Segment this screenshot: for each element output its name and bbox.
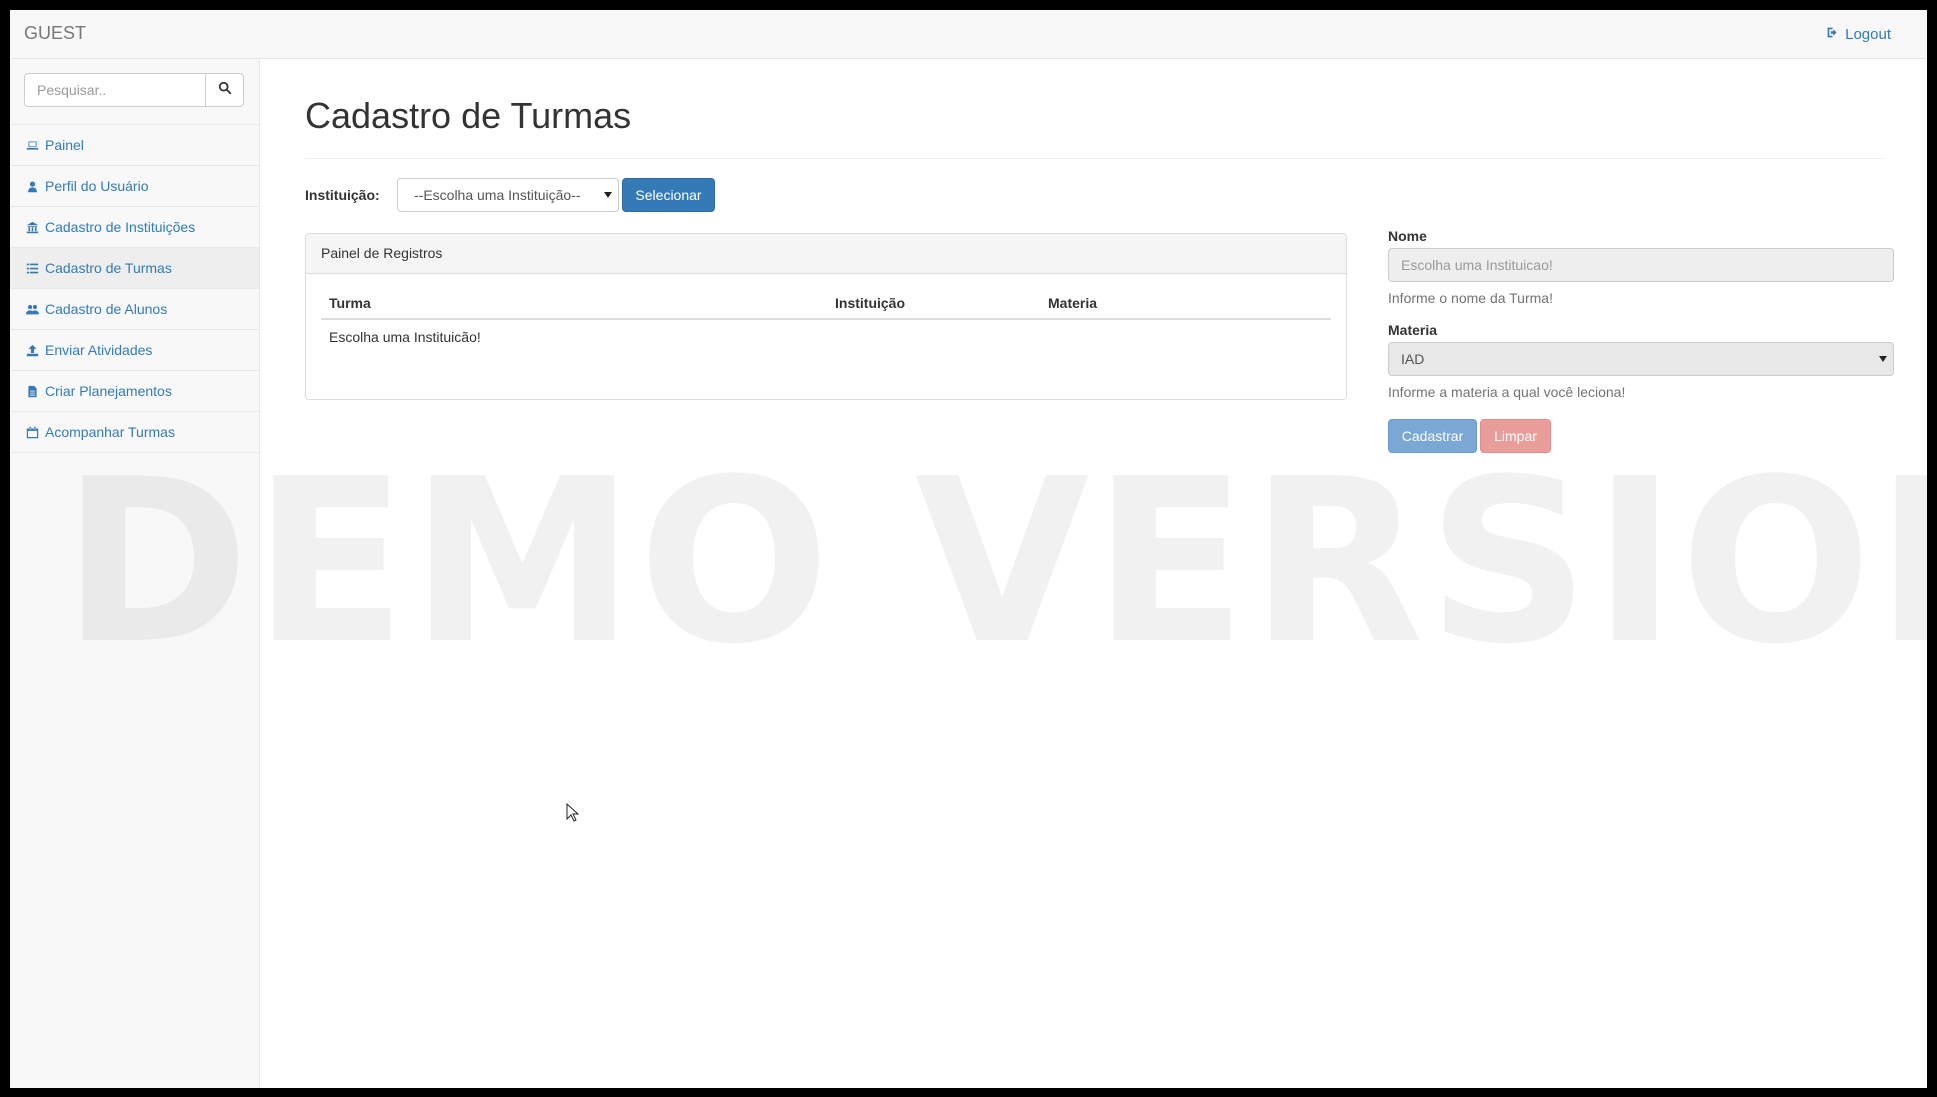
sign-out-icon — [1826, 26, 1839, 43]
materia-label: Materia — [1388, 322, 1438, 338]
sidebar-item-acompanhar[interactable]: Acompanhar Turmas — [10, 412, 259, 453]
table-header: Turma Instituição Materia — [321, 290, 1331, 320]
file-text-icon — [25, 384, 39, 398]
instituicao-label: Instituição: — [305, 187, 380, 203]
panel-heading: Painel de Registros — [306, 234, 1346, 274]
users-icon — [25, 302, 39, 316]
sidebar-item-label: Perfil do Usuário — [45, 178, 149, 194]
search-button[interactable] — [205, 73, 244, 107]
top-navbar: GUEST Logout — [10, 10, 1927, 59]
sidebar-item-label: Cadastro de Instituições — [45, 219, 196, 235]
limpar-button[interactable]: Limpar — [1480, 419, 1551, 453]
sidebar-item-label: Acompanhar Turmas — [45, 424, 175, 440]
sidebar-item-label: Cadastro de Alunos — [45, 301, 168, 317]
sidebar-item-perfil[interactable]: Perfil do Usuário — [10, 166, 259, 207]
sidebar-item-label: Enviar Atividades — [45, 342, 153, 358]
empty-message: Escolha uma Instituicão! — [329, 329, 481, 345]
materia-select[interactable]: IAD — [1388, 342, 1894, 376]
nome-help-text: Informe o nome da Turma! — [1388, 290, 1553, 306]
logout-link[interactable]: Logout — [1826, 26, 1891, 43]
bank-icon — [25, 220, 39, 234]
main-content: Cadastro de Turmas Instituição: --Escolh… — [260, 59, 1927, 1088]
user-icon — [25, 179, 39, 193]
brand-label: GUEST — [24, 23, 87, 43]
sidebar-item-alunos[interactable]: Cadastro de Alunos — [10, 289, 259, 330]
mouse-cursor-icon — [566, 803, 580, 822]
column-header-instituicao: Instituição — [835, 295, 906, 311]
registros-table: Turma Instituição Materia Escolha uma In… — [321, 290, 1331, 358]
sidebar-item-label: Painel — [45, 137, 84, 153]
sidebar: Painel Perfil do Usuário Cadastro de Ins… — [10, 59, 260, 1088]
table-row: Escolha uma Instituicão! — [321, 320, 1331, 358]
nome-label: Nome — [1388, 228, 1427, 244]
caret-down-icon — [1879, 356, 1887, 362]
search-input[interactable] — [24, 73, 206, 107]
nome-field[interactable]: Escolha uma Instituicao! — [1388, 248, 1894, 282]
laptop-icon — [25, 138, 39, 152]
cadastrar-button[interactable]: Cadastrar — [1388, 419, 1477, 453]
instituicao-select-value: --Escolha uma Instituição-- — [414, 187, 581, 203]
sidebar-item-label: Cadastro de Turmas — [45, 260, 172, 276]
selecionar-button[interactable]: Selecionar — [622, 178, 715, 212]
registros-panel: Painel de Registros Turma Instituição Ma… — [305, 233, 1347, 400]
caret-down-icon — [604, 192, 612, 198]
sidebar-item-atividades[interactable]: Enviar Atividades — [10, 330, 259, 371]
title-divider — [305, 158, 1883, 159]
list-icon — [25, 261, 39, 275]
sidebar-item-label: Criar Planejamentos — [45, 383, 172, 399]
instituicao-select[interactable]: --Escolha uma Instituição-- — [397, 178, 619, 212]
logout-label: Logout — [1845, 26, 1891, 43]
upload-icon — [25, 343, 39, 357]
sidebar-item-instituicoes[interactable]: Cadastro de Instituições — [10, 207, 259, 248]
sidebar-item-turmas[interactable]: Cadastro de Turmas — [10, 248, 259, 289]
search-icon — [218, 81, 232, 100]
app-window: GUEST Logout Painel Perfil do Usuário — [10, 10, 1927, 1088]
sidebar-item-painel[interactable]: Painel — [10, 125, 259, 166]
column-header-turma: Turma — [329, 295, 371, 311]
sidebar-item-planejamentos[interactable]: Criar Planejamentos — [10, 371, 259, 412]
sidebar-search — [10, 59, 259, 125]
calendar-icon — [25, 425, 39, 439]
page-title: Cadastro de Turmas — [305, 95, 632, 136]
column-header-materia: Materia — [1048, 295, 1098, 311]
materia-help-text: Informe a materia a qual você leciona! — [1388, 384, 1626, 400]
materia-select-value: IAD — [1401, 351, 1425, 367]
